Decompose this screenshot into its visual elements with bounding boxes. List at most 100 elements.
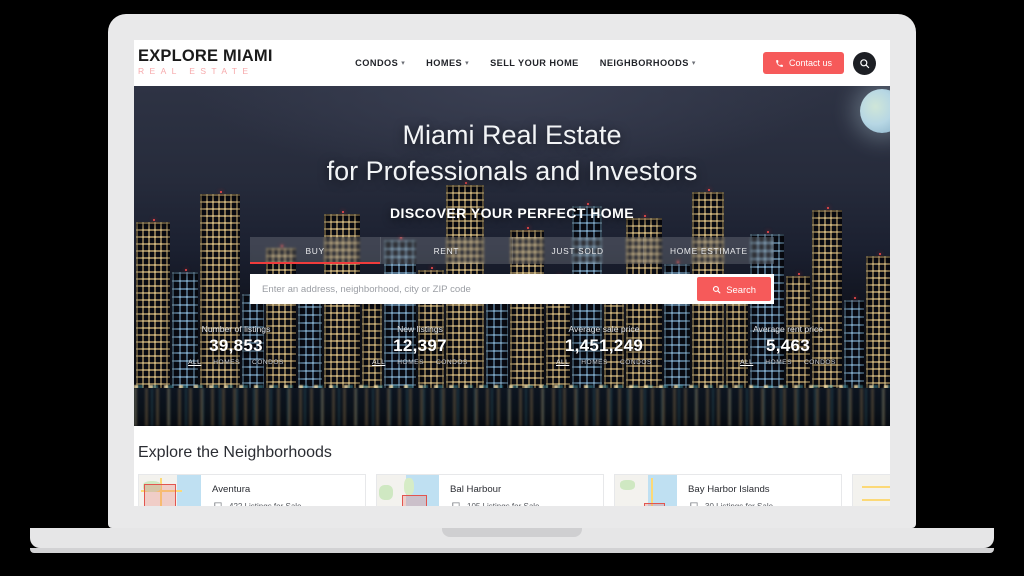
laptop-mockup: EXPLORE MIAMI REAL ESTATE CONDOS ▾ HOMES… bbox=[30, 14, 994, 553]
listing-sign-icon bbox=[690, 502, 698, 506]
listing-count-label: 105 Listings for Sale bbox=[467, 502, 540, 506]
neighborhood-info: Bal Harbour 105 Listings for Sale bbox=[439, 475, 603, 506]
chevron-down-icon: ▾ bbox=[401, 60, 406, 67]
chevron-down-icon: ▾ bbox=[691, 60, 696, 67]
stat-filter-homes[interactable]: HOMES bbox=[765, 359, 792, 366]
stat-number-of-listings: Number of listings 39,853 ALL HOMES COND… bbox=[144, 324, 328, 366]
neighborhood-listings: 422 Listings for Sale bbox=[212, 501, 365, 506]
stat-value: 39,853 bbox=[209, 336, 263, 356]
stat-filter-condos[interactable]: CONDOS bbox=[620, 359, 652, 366]
stat-filter-homes[interactable]: HOMES bbox=[213, 359, 240, 366]
neighborhood-name: Bay Harbor Islands bbox=[688, 484, 770, 495]
search-toggle-button[interactable] bbox=[853, 51, 876, 75]
neighborhood-name: Aventura bbox=[212, 484, 251, 495]
search-icon bbox=[713, 285, 721, 294]
logo-subtitle: REAL ESTATE bbox=[138, 65, 254, 76]
search-input[interactable] bbox=[253, 283, 698, 295]
laptop-trackpad-notch bbox=[442, 528, 582, 537]
page-title: Miami Real Estate for Professionals and … bbox=[327, 118, 698, 189]
chevron-down-icon: ▾ bbox=[465, 60, 470, 67]
neighborhood-card-bay-harbor-islands[interactable]: Bay Harbor Islands 30 Listings for Sale bbox=[614, 474, 842, 506]
neighborhood-listings: 30 Listings for Sale bbox=[688, 501, 841, 506]
nav-item-label: HOMES bbox=[426, 58, 463, 68]
stat-average-sale-price: Average sale price 1,451,249 ALL HOMES C… bbox=[512, 324, 696, 366]
stat-label: New listings bbox=[397, 324, 443, 335]
stat-filter-homes[interactable]: HOMES bbox=[397, 359, 424, 366]
laptop-lid: EXPLORE MIAMI REAL ESTATE CONDOS ▾ HOMES… bbox=[108, 14, 916, 528]
stat-filter-condos[interactable]: CONDOS bbox=[436, 359, 468, 366]
nav-item-label: NEIGHBORHOODS bbox=[599, 58, 689, 68]
nav-item-label: CONDOS bbox=[355, 58, 399, 68]
neighborhoods-section: Explore the Neighborhoods Aventura Bal H… bbox=[134, 426, 890, 506]
listing-sign-icon bbox=[452, 502, 460, 506]
search-tabs: BUY RENT JUST SOLD HOME ESTIMATE bbox=[250, 237, 774, 265]
stat-value: 1,451,249 bbox=[564, 336, 644, 356]
listing-count-label: 30 Listings for Sale bbox=[705, 502, 773, 506]
stat-filter-links: ALL HOMES CONDOS bbox=[144, 359, 328, 366]
tab-home-estimate[interactable]: HOME ESTIMATE bbox=[644, 237, 774, 264]
neighborhood-info: Bay Harbor Islands 30 Listings for Sale bbox=[677, 475, 841, 506]
stat-label: Average sale price bbox=[568, 324, 640, 335]
contact-us-label: Contact us bbox=[788, 58, 832, 68]
main-navigation: CONDOS ▾ HOMES ▾ SELL YOUR HOME NEIGHBOR… bbox=[288, 58, 763, 68]
tab-buy[interactable]: BUY bbox=[250, 237, 382, 265]
stat-average-rent-price: Average rent price 5,463 ALL HOMES CONDO… bbox=[696, 324, 880, 366]
site-logo[interactable]: EXPLORE MIAMI REAL ESTATE bbox=[138, 48, 288, 77]
stat-value: 12,397 bbox=[393, 336, 447, 356]
search-submit-button[interactable]: Search bbox=[697, 277, 771, 302]
nav-item-sell-your-home[interactable]: SELL YOUR HOME bbox=[490, 58, 579, 68]
neighborhood-card-aventura[interactable]: Aventura 422 Listings for Sale bbox=[138, 474, 366, 506]
hero-title-line-2: for Professionals and Investors bbox=[326, 155, 698, 186]
neighborhood-listings: 105 Listings for Sale bbox=[450, 501, 603, 506]
stat-label: Number of listings bbox=[201, 324, 271, 335]
stat-filter-links: ALL HOMES CONDOS bbox=[696, 359, 880, 366]
neighborhood-cards-list: Aventura 422 Listings for Sale bbox=[134, 474, 890, 506]
stat-value: 5,463 bbox=[765, 336, 811, 356]
neighborhood-name: Bal Harbour bbox=[450, 484, 502, 495]
stat-filter-homes[interactable]: HOMES bbox=[581, 359, 608, 366]
neighborhood-card-partial[interactable] bbox=[852, 474, 890, 506]
header-actions: Contact us bbox=[762, 51, 876, 75]
tab-just-sold[interactable]: JUST SOLD bbox=[513, 237, 644, 265]
nav-item-condos[interactable]: CONDOS ▾ bbox=[355, 58, 405, 68]
search-icon bbox=[860, 58, 870, 68]
laptop-base bbox=[30, 528, 994, 548]
listing-sign-icon bbox=[214, 502, 222, 506]
laptop-screen: EXPLORE MIAMI REAL ESTATE CONDOS ▾ HOMES… bbox=[134, 40, 890, 506]
neighborhood-card-bal-harbour[interactable]: Bal Harbour 105 Listings for Sale bbox=[376, 474, 604, 506]
contact-us-button[interactable]: Contact us bbox=[762, 52, 844, 74]
stat-filter-all[interactable]: ALL bbox=[556, 359, 569, 366]
stat-new-listings: New listings 12,397 ALL HOMES CONDOS bbox=[328, 324, 512, 366]
stats-row: Number of listings 39,853 ALL HOMES COND… bbox=[134, 324, 890, 366]
stat-filter-all[interactable]: ALL bbox=[740, 359, 753, 366]
stat-filter-condos[interactable]: CONDOS bbox=[804, 359, 836, 366]
hero-subtitle: DISCOVER YOUR PERFECT HOME bbox=[389, 205, 635, 222]
neighborhoods-title: Explore the Neighborhoods bbox=[138, 444, 332, 461]
hero-content: Miami Real Estate for Professionals and … bbox=[134, 86, 890, 426]
listing-count-label: 422 Listings for Sale bbox=[229, 502, 302, 506]
phone-icon bbox=[776, 59, 783, 67]
stat-filter-all[interactable]: ALL bbox=[372, 359, 385, 366]
nav-item-homes[interactable]: HOMES ▾ bbox=[426, 58, 469, 68]
stat-label: Average rent price bbox=[752, 324, 824, 335]
neighborhood-info: Aventura 422 Listings for Sale bbox=[201, 475, 365, 506]
search-panel: BUY RENT JUST SOLD HOME ESTIMATE Enter a… bbox=[250, 237, 774, 305]
stat-filter-all[interactable]: ALL bbox=[188, 359, 201, 366]
nav-item-neighborhoods[interactable]: NEIGHBORHOODS ▾ bbox=[600, 58, 696, 68]
map-thumbnail bbox=[853, 475, 890, 506]
tab-rent[interactable]: RENT bbox=[381, 237, 513, 265]
map-thumbnail bbox=[377, 475, 439, 506]
logo-title: EXPLORE MIAMI bbox=[138, 47, 273, 66]
map-thumbnail bbox=[615, 475, 677, 506]
map-thumbnail bbox=[139, 475, 201, 506]
hero-title-line-1: Miami Real Estate bbox=[402, 120, 622, 150]
stat-filter-links: ALL HOMES CONDOS bbox=[328, 359, 512, 366]
search-bar: Search bbox=[250, 274, 774, 305]
search-submit-label: Search bbox=[726, 283, 756, 295]
stat-filter-condos[interactable]: CONDOS bbox=[252, 359, 284, 366]
hero-section: Miami Real Estate for Professionals and … bbox=[134, 86, 890, 426]
stat-filter-links: ALL HOMES CONDOS bbox=[512, 359, 696, 366]
laptop-foot bbox=[30, 548, 994, 553]
nav-item-label: SELL YOUR HOME bbox=[490, 58, 579, 68]
site-header: EXPLORE MIAMI REAL ESTATE CONDOS ▾ HOMES… bbox=[134, 40, 890, 86]
